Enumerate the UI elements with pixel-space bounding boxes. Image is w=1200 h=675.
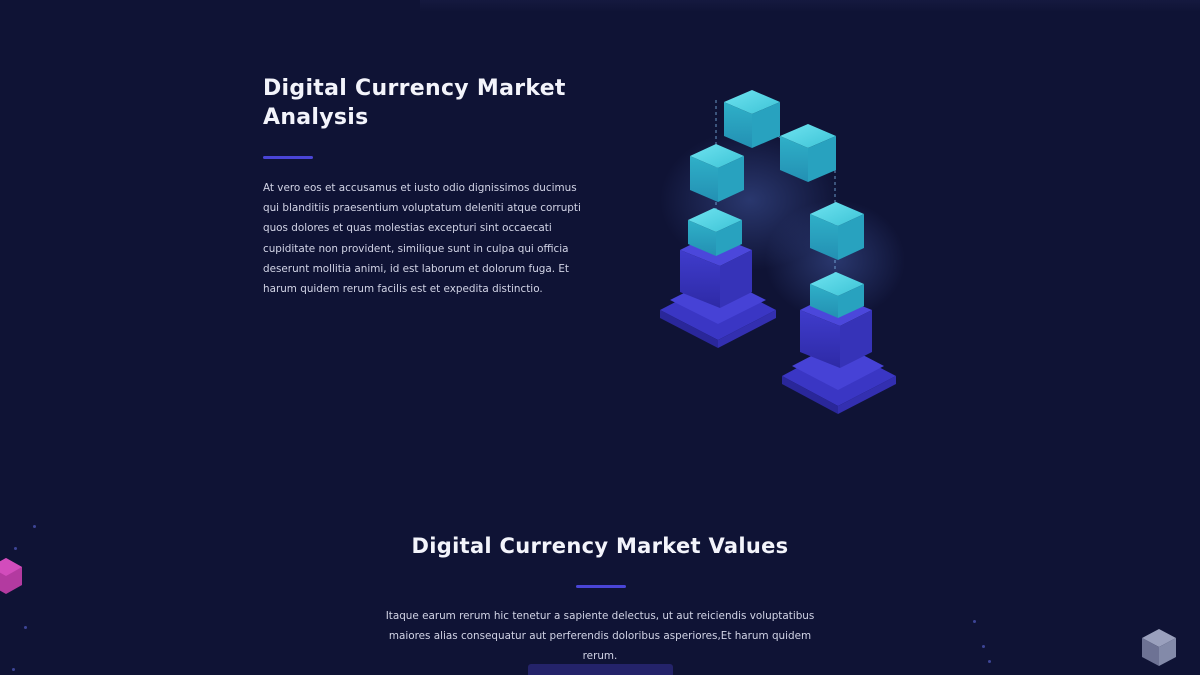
values-cta-button[interactable] xyxy=(528,664,673,675)
cube-top-1 xyxy=(724,90,780,148)
page: Digital Currency Market Analysis At vero… xyxy=(0,0,1200,675)
values-paragraph: Itaque earum rerum hic tenetur a sapient… xyxy=(385,610,815,663)
decor-dot xyxy=(988,660,991,663)
decor-dot xyxy=(14,547,17,550)
cube-left-high xyxy=(690,144,744,202)
values-title: Digital Currency Market Values xyxy=(411,534,789,558)
blockchain-blocks-illustration xyxy=(660,90,905,414)
decor-dot xyxy=(24,626,27,629)
decor-dot xyxy=(33,525,36,528)
analysis-title: Digital Currency Market Analysis xyxy=(263,76,566,130)
values-title-underline xyxy=(576,585,626,588)
cube-top-2 xyxy=(780,124,836,182)
header-strip xyxy=(420,0,1200,12)
decor-dot xyxy=(973,620,976,623)
magenta-hexagon-icon xyxy=(0,558,22,594)
decor-dot xyxy=(982,645,985,648)
cube-right-high xyxy=(810,202,864,260)
decor-dot xyxy=(12,668,15,671)
grey-cube-icon xyxy=(1142,629,1176,666)
analysis-paragraph: At vero eos et accusamus et iusto odio d… xyxy=(263,182,581,296)
analysis-title-underline xyxy=(263,156,313,159)
